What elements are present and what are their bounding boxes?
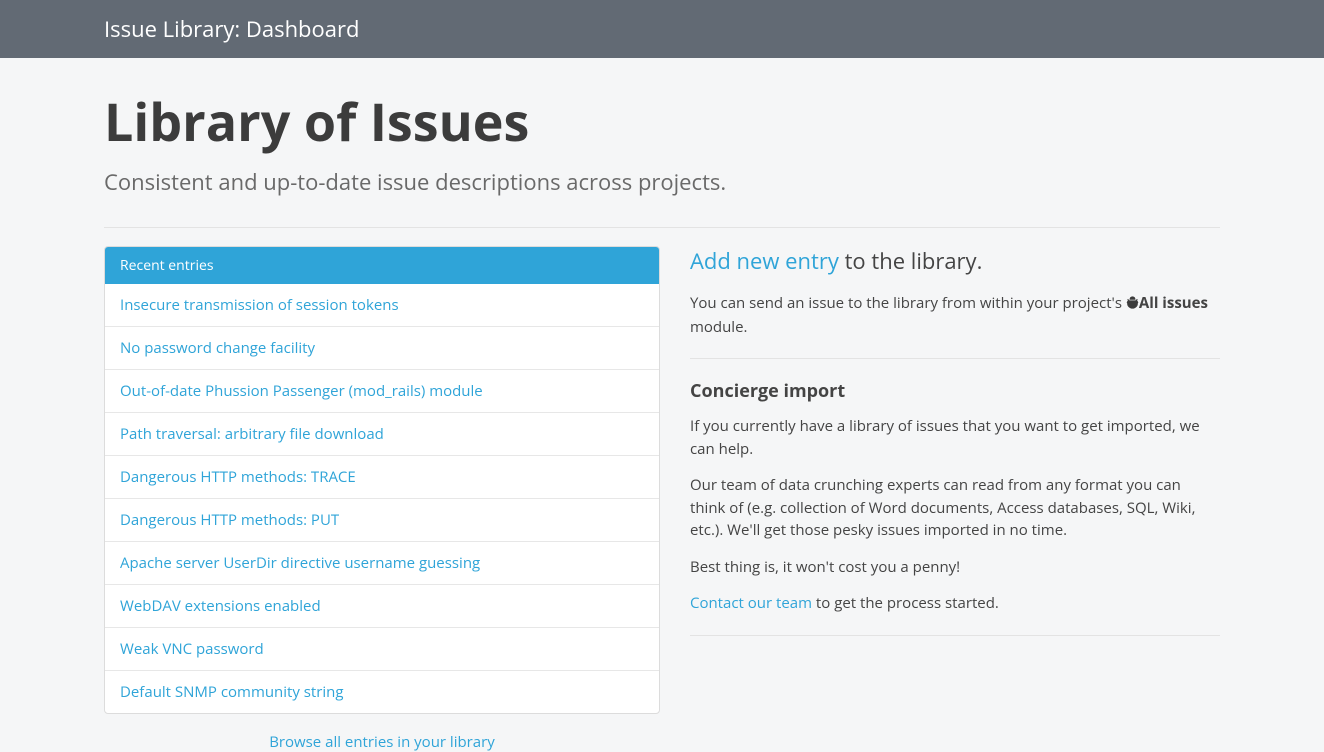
list-item: Weak VNC password (105, 627, 659, 670)
divider (104, 227, 1220, 228)
all-issues-label: All issues (1139, 293, 1208, 313)
entry-link[interactable]: Default SNMP community string (120, 682, 344, 702)
recent-entries-panel: Recent entries Insecure transmission of … (104, 246, 660, 714)
list-item: Apache server UserDir directive username… (105, 541, 659, 584)
add-entry-suffix: to the library. (839, 246, 982, 276)
send-issue-text: You can send an issue to the library fro… (690, 292, 1220, 338)
entry-link[interactable]: Dangerous HTTP methods: TRACE (120, 467, 356, 487)
topbar-title: Issue Library: Dashboard (104, 14, 1220, 44)
concierge-p2: Our team of data crunching experts can r… (690, 474, 1220, 542)
entry-link[interactable]: Insecure transmission of session tokens (120, 295, 399, 315)
list-item: Out-of-date Phussion Passenger (mod_rail… (105, 369, 659, 412)
contact-team-link[interactable]: Contact our team (690, 593, 812, 613)
list-item: Path traversal: arbitrary file download (105, 412, 659, 455)
bug-icon (1126, 293, 1139, 316)
divider (690, 358, 1220, 359)
concierge-heading: Concierge import (690, 379, 1220, 403)
entry-link[interactable]: Weak VNC password (120, 639, 264, 659)
entry-link[interactable]: Path traversal: arbitrary file download (120, 424, 384, 444)
concierge-p3: Best thing is, it won't cost you a penny… (690, 556, 1220, 579)
entry-link[interactable]: WebDAV extensions enabled (120, 596, 321, 616)
recent-entries-list: Insecure transmission of session tokens … (105, 284, 659, 713)
add-new-entry-link[interactable]: Add new entry (690, 246, 839, 276)
entry-link[interactable]: No password change facility (120, 338, 315, 358)
list-item: WebDAV extensions enabled (105, 584, 659, 627)
topbar: Issue Library: Dashboard (0, 0, 1324, 58)
contact-line: Contact our team to get the process star… (690, 592, 1220, 615)
entry-link[interactable]: Apache server UserDir directive username… (120, 553, 480, 573)
page-title: Library of Issues (104, 86, 1220, 157)
list-item: Default SNMP community string (105, 670, 659, 713)
list-item: Dangerous HTTP methods: PUT (105, 498, 659, 541)
concierge-p1: If you currently have a library of issue… (690, 415, 1220, 460)
send-prefix: You can send an issue to the library fro… (690, 293, 1126, 313)
divider (690, 635, 1220, 636)
send-suffix: module. (690, 317, 747, 337)
page-subtitle: Consistent and up-to-date issue descript… (104, 167, 1220, 197)
entry-link[interactable]: Dangerous HTTP methods: PUT (120, 510, 339, 530)
browse-all-link[interactable]: Browse all entries in your library (269, 732, 495, 752)
browse-all-wrapper: Browse all entries in your library (104, 732, 660, 752)
recent-entries-header: Recent entries (105, 247, 659, 284)
list-item: Dangerous HTTP methods: TRACE (105, 455, 659, 498)
contact-suffix: to get the process started. (812, 593, 999, 613)
list-item: No password change facility (105, 326, 659, 369)
entry-link[interactable]: Out-of-date Phussion Passenger (mod_rail… (120, 381, 483, 401)
list-item: Insecure transmission of session tokens (105, 284, 659, 326)
add-entry-heading: Add new entry to the library. (690, 246, 1220, 276)
